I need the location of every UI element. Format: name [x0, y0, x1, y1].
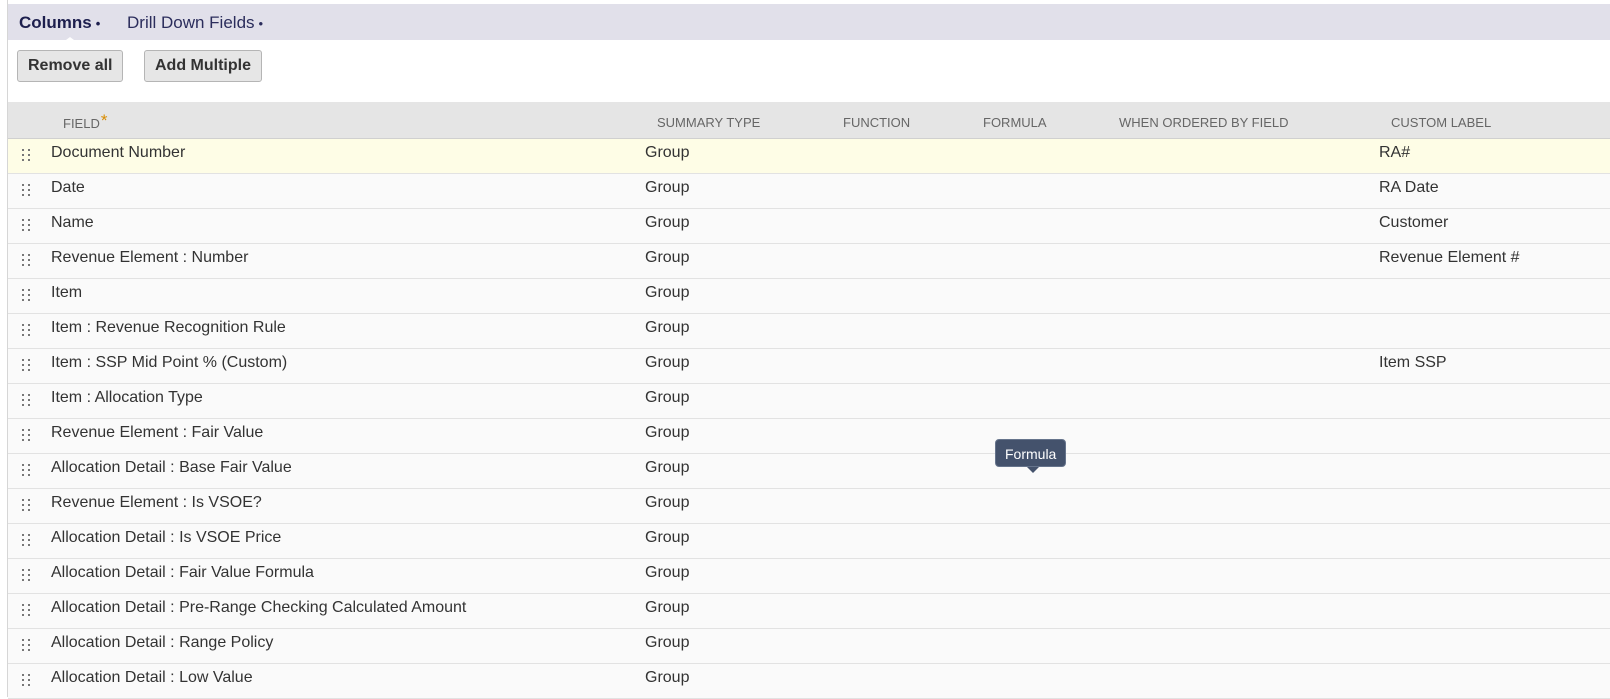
drag-handle-icon[interactable] [22, 219, 30, 232]
cell-custom-label[interactable]: Customer [1379, 209, 1448, 243]
table-row[interactable]: Document Number Group RA# [8, 139, 1610, 174]
table-row[interactable]: Allocation Detail : Fair Value Formula Gr… [8, 559, 1610, 594]
header-field[interactable]: FIELD* [63, 102, 107, 138]
header-formula[interactable]: FORMULA [983, 102, 1047, 138]
table-row[interactable]: Revenue Element : Number Group Revenue Ele… [8, 244, 1610, 279]
table-row[interactable]: Name Group Customer [8, 209, 1610, 244]
drag-handle-icon[interactable] [22, 534, 30, 547]
cell-field[interactable]: Item : Allocation Type [51, 384, 203, 418]
cell-summary-type[interactable]: Group [645, 244, 689, 278]
drag-handle-icon[interactable] [22, 569, 30, 582]
drag-handle-icon[interactable] [22, 289, 30, 302]
remove-all-button[interactable]: Remove all [17, 50, 124, 82]
cell-summary-type[interactable]: Group [645, 664, 689, 698]
table-row[interactable]: Item : SSP Mid Point % (Custom) Group Item… [8, 349, 1610, 384]
table-row[interactable]: Allocation Detail : Low Value Group [8, 664, 1610, 699]
table-row[interactable]: Allocation Detail : Range Policy Group [8, 629, 1610, 664]
cell-summary-type[interactable]: Group [645, 594, 689, 628]
cell-field[interactable]: Revenue Element : Fair Value [51, 419, 263, 453]
cell-field[interactable]: Allocation Detail : Fair Value Formula [51, 559, 314, 593]
tooltip-arrow [1027, 467, 1039, 473]
cell-summary-type[interactable]: Group [645, 419, 689, 453]
tab-columns[interactable]: Columns • [19, 4, 100, 40]
header-field-label: FIELD [63, 116, 100, 131]
drag-handle-icon[interactable] [22, 604, 30, 617]
cell-summary-type[interactable]: Group [645, 314, 689, 348]
tab-drill-down-fields[interactable]: Drill Down Fields • [127, 4, 263, 40]
cell-field[interactable]: Allocation Detail : Range Policy [51, 629, 273, 663]
header-summary-type[interactable]: SUMMARY TYPE [657, 102, 760, 138]
cell-field[interactable]: Document Number [51, 139, 185, 173]
cell-field[interactable]: Item : Revenue Recognition Rule [51, 314, 286, 348]
table-row[interactable]: Allocation Detail : Base Fair Value Group [8, 454, 1610, 489]
cell-summary-type[interactable]: Group [645, 349, 689, 383]
table-row[interactable]: Item Group [8, 279, 1610, 314]
header-function[interactable]: FUNCTION [843, 102, 910, 138]
tab-columns-dot: • [95, 16, 101, 31]
drag-handle-icon[interactable] [22, 184, 30, 197]
table-row[interactable]: Item : Revenue Recognition Rule Group [8, 314, 1610, 349]
add-multiple-button[interactable]: Add Multiple [144, 50, 262, 82]
table-row[interactable]: Date Group RA Date [8, 174, 1610, 209]
tab-drill-down-fields-label: Drill Down Fields [127, 13, 255, 32]
table-row[interactable]: Allocation Detail : Is VSOE Price Group [8, 524, 1610, 559]
cell-summary-type[interactable]: Group [645, 524, 689, 558]
drag-handle-icon[interactable] [22, 359, 30, 372]
cell-field[interactable]: Revenue Element : Is VSOE? [51, 489, 262, 523]
cell-field[interactable]: Name [51, 209, 94, 243]
table-row[interactable]: Allocation Detail : Pre-Range Checking C… [8, 594, 1610, 629]
drag-handle-icon[interactable] [22, 324, 30, 337]
table-header: FIELD* SUMMARY TYPE FUNCTION FORMULA WHE… [8, 102, 1610, 139]
cell-field[interactable]: Revenue Element : Number [51, 244, 248, 278]
cell-custom-label[interactable]: Item SSP [1379, 349, 1447, 383]
tab-columns-label: Columns [19, 13, 92, 32]
drag-handle-icon[interactable] [22, 499, 30, 512]
cell-field[interactable]: Allocation Detail : Base Fair Value [51, 454, 292, 488]
cell-summary-type[interactable]: Group [645, 454, 689, 488]
cell-field[interactable]: Allocation Detail : Low Value [51, 664, 253, 698]
cell-summary-type[interactable]: Group [645, 174, 689, 208]
columns-table-body: Document Number Group RA# Date Group RA Date N… [8, 139, 1610, 699]
drag-handle-icon[interactable] [22, 639, 30, 652]
cell-field[interactable]: Allocation Detail : Pre-Range Checking C… [51, 594, 466, 628]
formula-tooltip: Formula [995, 439, 1067, 467]
cell-custom-label[interactable]: RA Date [1379, 174, 1439, 208]
drag-handle-icon[interactable] [22, 254, 30, 267]
cell-summary-type[interactable]: Group [645, 489, 689, 523]
table-row[interactable]: Revenue Element : Is VSOE? Group [8, 489, 1610, 524]
drag-handle-icon[interactable] [22, 429, 30, 442]
cell-summary-type[interactable]: Group [645, 384, 689, 418]
cell-summary-type[interactable]: Group [645, 139, 689, 173]
cell-custom-label[interactable]: RA# [1379, 139, 1410, 173]
required-marker: * [100, 111, 108, 130]
drag-handle-icon[interactable] [22, 149, 30, 162]
active-tab-indicator [62, 37, 78, 43]
cell-summary-type[interactable]: Group [645, 629, 689, 663]
table-row[interactable]: Item : Allocation Type Group [8, 384, 1610, 419]
cell-summary-type[interactable]: Group [645, 209, 689, 243]
cell-field[interactable]: Item : SSP Mid Point % (Custom) [51, 349, 287, 383]
drag-handle-icon[interactable] [22, 464, 30, 477]
cell-field[interactable]: Date [51, 174, 85, 208]
cell-custom-label[interactable]: Revenue Element # [1379, 244, 1520, 278]
tab-drill-down-fields-dot: • [258, 16, 264, 31]
header-custom-label[interactable]: CUSTOM LABEL [1391, 102, 1491, 138]
cell-field[interactable]: Item [51, 279, 82, 313]
table-row[interactable]: Revenue Element : Fair Value Group [8, 419, 1610, 454]
cell-summary-type[interactable]: Group [645, 279, 689, 313]
drag-handle-icon[interactable] [22, 394, 30, 407]
header-when-ordered-by-field[interactable]: WHEN ORDERED BY FIELD [1119, 102, 1289, 138]
drag-handle-icon[interactable] [22, 674, 30, 687]
cell-summary-type[interactable]: Group [645, 559, 689, 593]
cell-field[interactable]: Allocation Detail : Is VSOE Price [51, 524, 281, 558]
subtab-bar: Columns • Drill Down Fields • [8, 4, 1610, 43]
